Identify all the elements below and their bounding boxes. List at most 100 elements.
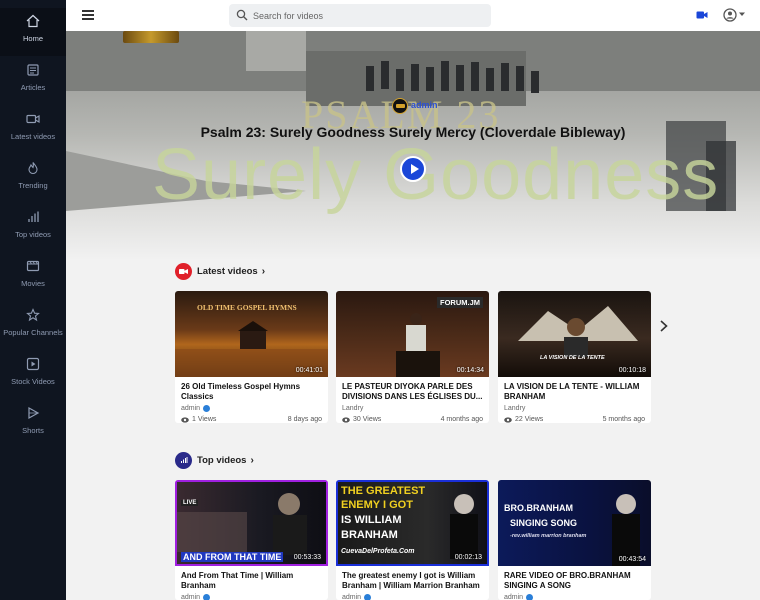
video-author[interactable]: Landry [342, 405, 483, 412]
film-icon [26, 260, 40, 272]
video-thumbnail[interactable]: OLD TIME GOSPEL HYMNS 00:41:01 [175, 291, 328, 377]
sidebar-item-label: Articles [20, 83, 46, 92]
video-thumbnail[interactable]: FORUM.JM 00:14:34 [336, 291, 489, 377]
video-duration: 00:43:54 [618, 556, 646, 563]
views-text: 30 Views [353, 416, 382, 423]
sidebar-item-label: Trending [18, 181, 48, 190]
video-card[interactable]: BRO.BRANHAM SINGING SONG -rev.william ma… [498, 480, 651, 600]
video-title[interactable]: And From That Time | William Branham [181, 571, 322, 591]
site-logo-strip [123, 31, 179, 43]
eye-icon [504, 416, 512, 423]
verified-badge-icon [526, 594, 534, 600]
play-square-icon [26, 357, 40, 371]
verified-badge-icon [203, 594, 211, 600]
featured-video-hero[interactable]: PSALM 23 Surely Goodness admin Psalm 23:… [66, 31, 760, 261]
author-name: Landry [504, 405, 526, 412]
chevron-down-icon[interactable] [739, 12, 745, 17]
play-button[interactable] [400, 156, 426, 182]
video-author[interactable]: Landry [504, 405, 645, 412]
video-thumbnail[interactable]: LA VISION DE LA TENTE 00:10:18 [498, 291, 651, 377]
video-duration: 00:41:01 [295, 367, 323, 374]
eye-icon [181, 416, 189, 423]
channel-avatar[interactable] [392, 98, 408, 114]
video-author[interactable]: admin [181, 405, 322, 412]
video-camera-icon [26, 114, 40, 124]
video-duration: 00:02:13 [454, 554, 482, 561]
video-duration: 00:14:34 [456, 367, 484, 374]
views-text: 1 Views [192, 416, 217, 423]
video-meta: 1 Views 8 days ago [181, 416, 322, 423]
sidebar-item-movies[interactable]: Movies [0, 253, 66, 301]
hero-overlay-caption: Surely Goodness [152, 135, 720, 215]
author-name: admin [504, 594, 524, 600]
live-badge: LIVE [181, 500, 199, 506]
chevron-right-icon: › [250, 454, 254, 466]
video-meta: 30 Views 4 months ago [342, 416, 483, 423]
verified-badge-icon [364, 594, 372, 600]
video-card[interactable]: OLD TIME GOSPEL HYMNS 00:41:01 26 Old Ti… [175, 291, 328, 423]
chevron-right-icon: › [261, 265, 266, 277]
video-author[interactable]: admin [342, 594, 483, 600]
channel-name[interactable]: admin [411, 100, 438, 110]
search-bar [229, 4, 491, 27]
thumbnail-text: LA VISION DE LA TENTE [540, 355, 605, 361]
video-card[interactable]: LA VISION DE LA TENTE 00:10:18 LA VISION… [498, 291, 651, 423]
video-thumbnail[interactable]: LIVE AND FROM THAT TIME 00:53:33 [175, 480, 328, 566]
latest-videos-header[interactable]: Latest videos › [175, 262, 265, 280]
sidebar-item-popular-channels[interactable]: Popular Channels [0, 302, 66, 350]
video-thumbnail[interactable]: BRO.BRANHAM SINGING SONG -rev.william ma… [498, 480, 651, 566]
view-count: 1 Views [181, 416, 216, 423]
upload-video-icon[interactable] [696, 9, 708, 21]
sidebar-item-label: Shorts [22, 426, 44, 435]
video-title[interactable]: The greatest enemy I got is William Bran… [342, 571, 483, 591]
sidebar: Home Articles Latest videos Trending Top… [0, 0, 66, 600]
video-title[interactable]: LA VISION DE LA TENTE - WILLIAM BRANHAM [504, 382, 645, 402]
sidebar-item-top-videos[interactable]: Top videos [0, 204, 66, 252]
sidebar-item-label: Latest videos [10, 132, 56, 141]
thumbnail-text: OLD TIME GOSPEL HYMNS [197, 303, 297, 312]
fire-icon [28, 162, 38, 175]
sidebar-item-trending[interactable]: Trending [0, 155, 66, 203]
bar-chart-icon [28, 211, 39, 222]
sidebar-item-shorts[interactable]: Shorts [0, 400, 66, 448]
video-title[interactable]: RARE VIDEO OF BRO.BRANHAM SINGING A SONG [504, 571, 645, 591]
search-input[interactable] [253, 7, 483, 24]
thumbnail-art [518, 306, 638, 357]
sidebar-item-latest-videos[interactable]: Latest videos [0, 106, 66, 154]
sidebar-item-label: Popular Channels [3, 328, 63, 337]
menu-icon[interactable] [82, 10, 94, 20]
shorts-icon [28, 406, 40, 420]
video-title[interactable]: LE PASTEUR DIYOKA PARLE DES DIVISIONS DA… [342, 382, 483, 402]
author-name: Landry [342, 405, 364, 412]
sidebar-item-label: Home [22, 34, 43, 43]
sidebar-item-stock-videos[interactable]: Stock Videos [0, 351, 66, 399]
video-author[interactable]: admin [504, 594, 645, 600]
video-card[interactable]: FORUM.JM 00:14:34 LE PASTEUR DIYOKA PARL… [336, 291, 489, 423]
user-account-icon[interactable] [723, 8, 737, 22]
video-duration: 00:10:18 [618, 367, 646, 374]
video-card[interactable]: LIVE AND FROM THAT TIME 00:53:33 And Fro… [175, 480, 328, 600]
view-count: 30 Views [342, 416, 381, 423]
video-author[interactable]: admin [181, 594, 322, 600]
search-icon[interactable] [236, 9, 248, 21]
video-card[interactable]: THE GREATEST ENEMY I GOT IS WILLIAM BRAN… [336, 480, 489, 600]
eye-icon [342, 416, 350, 423]
top-videos-header[interactable]: Top videos › [175, 451, 254, 469]
upload-age: 4 months ago [440, 416, 483, 423]
home-icon [26, 14, 40, 28]
sidebar-item-articles[interactable]: Articles [0, 57, 66, 105]
thumbnail-text: THE GREATEST [341, 485, 426, 497]
sidebar-item-home[interactable]: Home [0, 8, 66, 56]
video-thumbnail[interactable]: THE GREATEST ENEMY I GOT IS WILLIAM BRAN… [336, 480, 489, 566]
video-meta: 22 Views 5 months ago [504, 416, 645, 423]
top-header [66, 0, 760, 31]
views-text: 22 Views [515, 416, 544, 423]
chevron-right-icon[interactable] [659, 320, 669, 332]
author-name: admin [342, 594, 362, 600]
featured-video-title[interactable]: Psalm 23: Surely Goodness Surely Mercy (… [66, 124, 760, 140]
author-name: admin [181, 594, 201, 600]
bar-chart-icon [175, 451, 192, 469]
video-title[interactable]: 26 Old Timeless Gospel Hymns Classics [181, 382, 322, 402]
thumbnail-text: FORUM.JM [437, 297, 483, 308]
article-icon [27, 64, 39, 76]
